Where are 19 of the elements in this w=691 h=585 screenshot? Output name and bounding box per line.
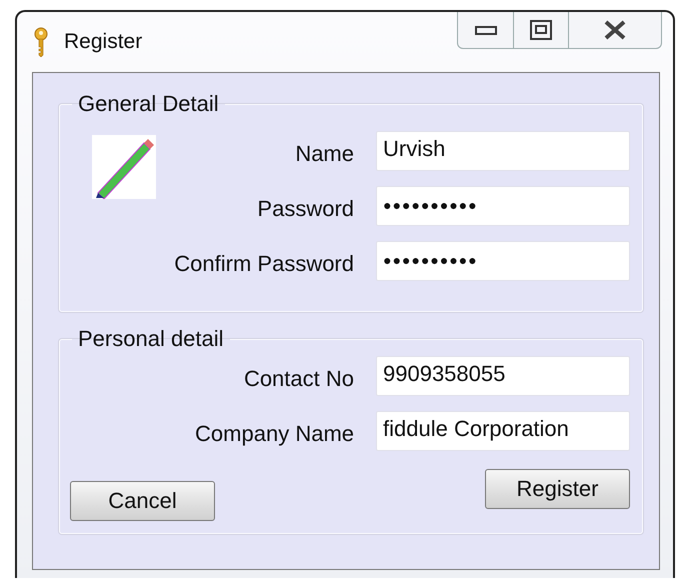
text-field[interactable]: Urvish xyxy=(376,131,630,171)
register-button[interactable]: Register xyxy=(485,469,630,509)
field-label: Confirm Password xyxy=(173,250,354,277)
key-icon xyxy=(32,27,50,57)
window-title: Register xyxy=(64,30,142,54)
group-title: Personal detail xyxy=(77,326,225,352)
group-title: General Detail xyxy=(77,91,220,117)
field-label: Contact No xyxy=(242,365,354,392)
field-label: Name xyxy=(294,140,354,167)
password-field[interactable]: ●●●●●●●●●● xyxy=(376,241,630,281)
maximize-icon xyxy=(530,20,552,40)
field-label: Company Name xyxy=(194,420,354,447)
minimize-icon xyxy=(474,25,496,35)
text-field[interactable]: 9909358055 xyxy=(376,356,630,396)
close-icon xyxy=(603,20,627,40)
password-field[interactable]: ●●●●●●●●●● xyxy=(376,186,630,226)
field-label: Password xyxy=(256,195,354,222)
text-field[interactable]: fiddule Corporation xyxy=(376,411,630,451)
cancel-button[interactable]: Cancel xyxy=(70,481,215,521)
